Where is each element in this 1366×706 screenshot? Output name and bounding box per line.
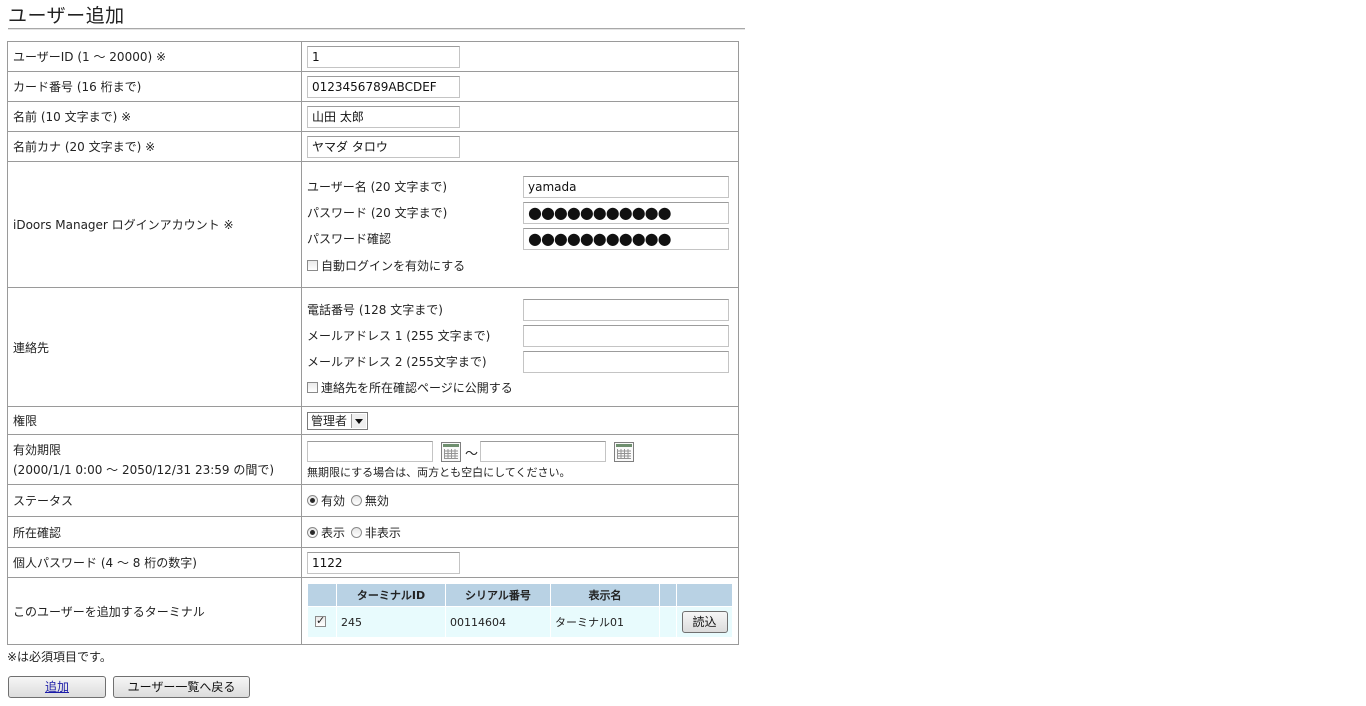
- presence-show-label[interactable]: 表示: [321, 526, 345, 540]
- presence-show-radio[interactable]: [307, 526, 318, 538]
- read-button[interactable]: 読込: [681, 611, 728, 633]
- row-status: ステータス 有効 無効: [7, 484, 739, 517]
- terminal-id-cell: 245: [336, 606, 446, 638]
- row-name-kana: 名前カナ (20 文字まで) ※: [7, 131, 739, 162]
- terminal-serial-cell: 00114604: [445, 606, 551, 638]
- email2-input[interactable]: [523, 350, 729, 373]
- terminal-col-action: [676, 584, 733, 607]
- status-label: ステータス: [7, 484, 302, 517]
- user-id-label: ユーザーID (1 ～ 20000) ※: [7, 41, 302, 72]
- row-personal-password: 個人パスワード (4 ～ 8 桁の数字): [7, 547, 739, 578]
- publish-contact-label[interactable]: 連絡先を所在確認ページに公開する: [321, 381, 513, 395]
- table-row: 245 00114604 ターミナル01 読込: [307, 606, 733, 638]
- permission-select[interactable]: 管理者: [307, 411, 369, 430]
- row-terminals: このユーザーを追加するターミナル ターミナルID シリアル番号 表示名 ✓ 24…: [7, 577, 739, 645]
- row-user-id: ユーザーID (1 ～ 20000) ※: [7, 41, 739, 72]
- terminal-display-name-cell: ターミナル01: [550, 606, 660, 638]
- add-button-label[interactable]: 追加: [45, 680, 69, 694]
- validity-label-title: 有効期限: [13, 443, 62, 457]
- calendar-icon[interactable]: [614, 442, 635, 462]
- row-name: 名前 (10 文字まで) ※: [7, 101, 739, 132]
- validity-start-input[interactable]: [307, 441, 433, 462]
- auto-login-label[interactable]: 自動ログインを有効にする: [321, 259, 465, 273]
- terminal-col-id: ターミナルID: [336, 584, 446, 607]
- auto-login-checkbox[interactable]: [307, 259, 318, 271]
- personal-password-input[interactable]: [307, 551, 460, 574]
- personal-password-label: 個人パスワード (4 ～ 8 桁の数字): [7, 547, 302, 578]
- validity-label-range: (2000/1/1 0:00 ～ 2050/12/31 23:59 の間で): [13, 463, 275, 477]
- name-input[interactable]: [307, 105, 460, 128]
- terminal-select-checkbox[interactable]: [315, 614, 326, 627]
- login-password-confirm-input[interactable]: [523, 227, 729, 250]
- status-enabled-label[interactable]: 有効: [321, 494, 345, 508]
- login-password-input[interactable]: [523, 201, 729, 224]
- permission-label: 権限: [7, 406, 302, 435]
- publish-contact-checkbox[interactable]: [307, 381, 318, 393]
- back-to-user-list-button[interactable]: ユーザー一覧へ戻る: [113, 676, 250, 698]
- terminal-col-spacer: [659, 584, 677, 607]
- add-button[interactable]: 追加: [8, 676, 106, 698]
- terminal-spacer-cell: [659, 606, 677, 638]
- range-tilde: ～: [465, 446, 479, 462]
- row-validity: 有効期限 (2000/1/1 0:00 ～ 2050/12/31 23:59 の…: [7, 434, 739, 485]
- email1-input[interactable]: [523, 324, 729, 347]
- login-account-subtable: ユーザー名 (20 文字まで) パスワード (20 文字まで) パスワード確認 …: [307, 174, 729, 276]
- row-contact: 連絡先 電話番号 (128 文字まで) メールアドレス 1 (255 文字まで)…: [7, 287, 739, 407]
- status-disabled-radio[interactable]: [350, 495, 362, 506]
- page-title: ユーザー追加: [8, 5, 125, 27]
- terminal-col-select: [307, 584, 337, 607]
- validity-end-input[interactable]: [480, 441, 607, 462]
- login-username-label: ユーザー名 (20 文字まで): [307, 180, 448, 194]
- phone-input[interactable]: [523, 298, 729, 321]
- name-kana-input[interactable]: [307, 135, 460, 158]
- required-note: ※は必須項目です。: [7, 650, 112, 664]
- name-kana-label: 名前カナ (20 文字まで) ※: [7, 131, 302, 162]
- status-disabled-label[interactable]: 無効: [365, 494, 389, 508]
- permission-selected-value: 管理者: [311, 414, 348, 428]
- login-password-confirm-label: パスワード確認: [307, 232, 392, 246]
- email2-label: メールアドレス 2 (255文字まで): [307, 355, 487, 369]
- presence-hide-radio[interactable]: [350, 526, 362, 538]
- card-number-label: カード番号 (16 桁まで): [7, 71, 302, 102]
- terminal-col-display-name: 表示名: [550, 584, 660, 607]
- validity-note: 無期限にする場合は、両方とも空白にしてください。: [307, 466, 571, 479]
- phone-label: 電話番号 (128 文字まで): [307, 303, 443, 317]
- presence-label: 所在確認: [7, 516, 302, 548]
- terminal-table: ターミナルID シリアル番号 表示名 245 00114604 ターミナル: [307, 584, 733, 638]
- calendar-icon[interactable]: [441, 442, 461, 462]
- presence-hide-label[interactable]: 非表示: [365, 526, 401, 540]
- login-username-input[interactable]: [523, 175, 729, 198]
- row-permission: 権限 管理者: [7, 406, 739, 435]
- user-form-table: ユーザーID (1 ～ 20000) ※ カード番号 (16 桁まで) 名前 (…: [7, 41, 739, 645]
- row-login-account: iDoors Manager ログインアカウント ※ ユーザー名 (20 文字ま…: [7, 161, 739, 288]
- email1-label: メールアドレス 1 (255 文字まで): [307, 329, 491, 343]
- title-divider: [8, 28, 745, 30]
- chevron-down-icon[interactable]: [351, 413, 367, 428]
- login-password-label: パスワード (20 文字まで): [307, 206, 448, 220]
- status-enabled-radio[interactable]: [307, 495, 318, 506]
- contact-subtable: 電話番号 (128 文字まで) メールアドレス 1 (255 文字まで) メール…: [307, 297, 729, 398]
- name-label: 名前 (10 文字まで) ※: [7, 101, 302, 132]
- row-card-number: カード番号 (16 桁まで): [7, 71, 739, 102]
- terminal-col-serial: シリアル番号: [445, 584, 551, 607]
- card-number-input[interactable]: [307, 75, 460, 98]
- user-id-input[interactable]: [307, 45, 460, 68]
- login-account-label: iDoors Manager ログインアカウント ※: [7, 161, 302, 288]
- row-presence: 所在確認 表示 非表示: [7, 516, 739, 548]
- contact-label: 連絡先: [7, 287, 302, 407]
- terminals-label: このユーザーを追加するターミナル: [7, 577, 302, 645]
- terminal-table-header: ターミナルID シリアル番号 表示名: [307, 584, 733, 607]
- validity-label: 有効期限 (2000/1/1 0:00 ～ 2050/12/31 23:59 の…: [7, 434, 302, 485]
